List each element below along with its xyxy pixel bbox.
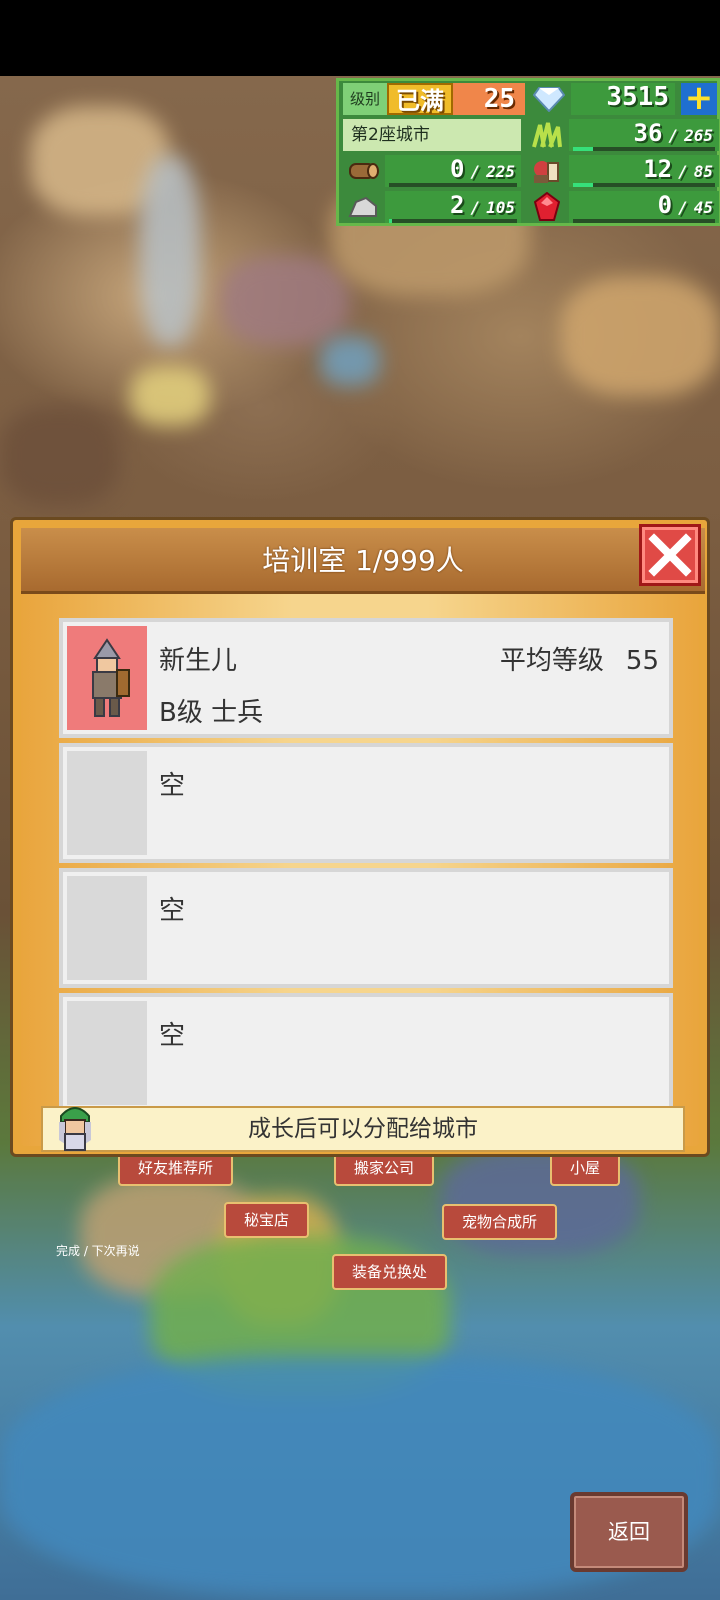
level-max-badge: 已满 [387,83,453,115]
diamond-icon [529,83,569,115]
ruby-progress [573,219,715,223]
average-level: 平均等级 55 [499,646,659,676]
food-progress [573,183,715,187]
empty-label: 空 [159,896,186,926]
empty-label: 空 [159,771,186,801]
empty-label: 空 [159,1021,186,1051]
food-counter: 12/85 [569,155,719,187]
empty-portrait [67,876,147,980]
ore-icon [343,191,383,223]
ruby-counter: 0/45 [569,191,719,223]
city-name[interactable]: 第2座城市 [343,119,521,151]
add-gems-button[interactable]: + [681,81,717,115]
trainee-slot-4[interactable]: 空 [59,993,673,1113]
wood-icon [343,155,383,187]
trainee-slot-3[interactable]: 空 [59,868,673,988]
trainee-rank: B级 士兵 [159,698,264,728]
training-room-dialog: 培训室 1/999人 新生儿 平均等级 55 B级 士兵 空 空 空 成长后可以… [10,517,710,1157]
soldier-portrait [67,626,147,730]
trainee-slot-2[interactable]: 空 [59,743,673,863]
dialog-title: 培训室 1/999人 [21,528,705,594]
ore-progress [389,219,517,223]
trainee-slot-1[interactable]: 新生儿 平均等级 55 B级 士兵 [59,618,673,738]
dialog-footer: 成长后可以分配给城市 [41,1106,685,1152]
map-label-treasure-shop[interactable]: 秘宝店 [224,1202,310,1238]
empty-portrait [67,1001,147,1105]
grass-icon [527,119,567,151]
ore-counter: 2/105 [385,191,521,223]
ruby-icon [527,191,567,223]
grass-counter: 36/265 [569,119,719,151]
level-value: 25 [453,83,525,115]
footer-text: 成长后可以分配给城市 [248,1116,478,1142]
trainee-name: 新生儿 [159,646,238,676]
wood-counter: 0/225 [385,155,521,187]
resource-hud: 级别 已满 25 3515 + 第2座城市 36/265 0/225 12/85 [336,78,720,226]
gem-count: 3515 [571,83,675,115]
grass-progress [573,147,715,151]
advisor-avatar-icon [51,1100,99,1152]
back-button[interactable]: 返回 [570,1492,688,1572]
status-bar [0,0,720,76]
map-label-pet-fusion[interactable]: 宠物合成所 [442,1204,558,1240]
map-label-equipment-exchange[interactable]: 装备兑换处 [332,1254,448,1290]
close-icon [648,533,692,577]
empty-portrait [67,751,147,855]
level-label: 级别 [343,83,387,115]
dialog-body: 培训室 1/999人 新生儿 平均等级 55 B级 士兵 空 空 空 成长后可以… [21,524,705,1152]
trainee-list: 新生儿 平均等级 55 B级 士兵 空 空 空 [59,618,673,1118]
close-button[interactable] [639,524,701,586]
wood-progress [389,183,517,187]
map-hint-text: 完成 / 下次再说 [56,1244,140,1258]
food-icon [527,155,567,187]
